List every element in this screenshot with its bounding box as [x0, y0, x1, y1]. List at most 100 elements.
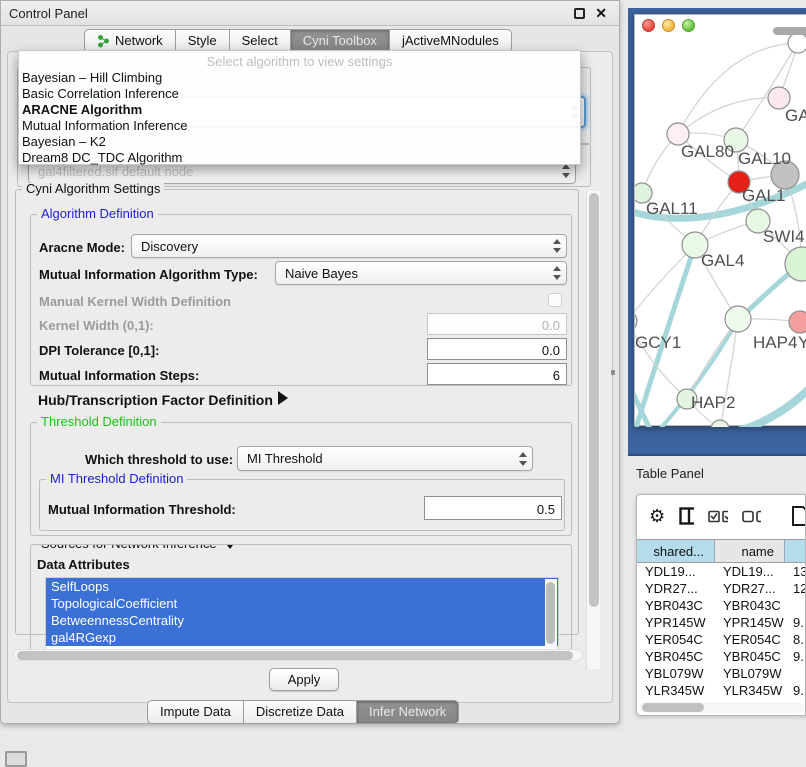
export-table-icon[interactable] — [791, 505, 805, 527]
aracne-mode-label: Aracne Mode: — [39, 240, 125, 255]
network-node[interactable] — [635, 311, 637, 331]
network-node-label: GCY1 — [635, 333, 681, 352]
mi-algorithm-type-combo[interactable]: Naive Bayes — [275, 261, 567, 285]
tab-infer-network[interactable]: Infer Network — [357, 700, 459, 724]
cyni-bottom-tab-bar: Impute DataDiscretize Data Infer Network — [147, 700, 459, 724]
close-traffic-light-icon[interactable] — [642, 19, 655, 32]
mi-type-value: Naive Bayes — [285, 266, 358, 281]
hub-definition-label[interactable]: Hub/Transcription Factor Definition — [38, 392, 273, 408]
float-window-icon[interactable] — [574, 8, 585, 19]
table-row[interactable]: YBR043CYBR043C — [637, 598, 806, 615]
collapse-arrow-icon[interactable] — [224, 544, 236, 549]
table-row[interactable]: YER054CYER054C8. — [637, 632, 806, 649]
combo-arrows-icon — [561, 164, 570, 178]
mi-threshold-label: Mutual Information Threshold: — [48, 502, 236, 517]
column-header[interactable]: A — [785, 540, 806, 562]
attribute-list-item[interactable]: gal4RGexp — [46, 629, 558, 646]
attribute-list-item[interactable]: TopologicalCoefficient — [46, 595, 558, 612]
dropdown-item[interactable]: Dream8 DC_TDC Algorithm — [19, 150, 580, 166]
table-cell: 12 — [785, 581, 806, 598]
mi-threshold-field[interactable] — [424, 496, 562, 520]
dpi-tolerance-label: DPI Tolerance [0,1]: — [39, 343, 159, 358]
select-all-checkboxes-icon[interactable] — [708, 510, 728, 523]
table-cell: 9. — [785, 615, 806, 632]
control-panel-titlebar[interactable]: Control Panel ✕ — [1, 1, 619, 26]
which-threshold-combo[interactable]: MI Threshold — [237, 446, 533, 471]
tab-discretize-data[interactable]: Discretize Data — [244, 700, 357, 724]
dropdown-item[interactable]: Bayesian – Hill Climbing — [19, 70, 580, 86]
zoom-traffic-light-icon[interactable] — [682, 19, 695, 32]
mi-steps-field[interactable] — [427, 363, 567, 385]
table-cell: YBL079W — [637, 666, 715, 683]
table-cell: YDL19... — [637, 564, 715, 581]
mi-type-label: Mutual Information Algorithm Type: — [39, 267, 258, 282]
table-cell: YLR345W — [715, 683, 785, 700]
dropdown-item[interactable]: ARACNE Algorithm — [19, 102, 580, 118]
network-node[interactable] — [789, 311, 806, 333]
table-row[interactable]: YBR045CYBR045C9. — [637, 649, 806, 666]
cyni-algorithm-settings-title: Cyni Algorithm Settings — [22, 183, 164, 196]
network-node[interactable] — [725, 306, 751, 332]
data-attributes-list[interactable]: SelfLoopsTopologicalCoefficientBetweenne… — [45, 577, 559, 654]
tab-label: Style — [188, 33, 217, 48]
settings-horizontal-scrollbar[interactable] — [13, 649, 583, 661]
algorithm-dropdown-popup: Select algorithm to view settings Bayesi… — [18, 50, 581, 165]
list-scrollbar[interactable] — [545, 579, 557, 653]
network-edge[interactable] — [635, 245, 695, 321]
network-desktop: GALGAL80GAL10GAL1GAL11SWI4GAL4GCY1HAP4YH… — [628, 8, 806, 456]
network-node-label: GAL10 — [738, 149, 791, 168]
gear-icon[interactable]: ⚙ — [649, 506, 665, 527]
manual-kernel-checkbox[interactable] — [548, 293, 562, 307]
column-header[interactable]: name — [715, 540, 785, 562]
algorithm-dropdown-placeholder: Select algorithm to view settings — [19, 51, 580, 70]
table-header-row: shared...nameA — [637, 539, 806, 563]
algorithm-definition-title: Algorithm Definition — [37, 206, 158, 221]
network-graph[interactable]: GALGAL80GAL10GAL1GAL11SWI4GAL4GCY1HAP4YH… — [635, 35, 806, 427]
scrollbar-nub[interactable] — [773, 27, 806, 35]
mi-threshold-title: MI Threshold Definition — [46, 471, 187, 486]
table-cell — [785, 598, 806, 615]
sources-groupbox: Sources for Network Inference Data Attri… — [30, 544, 572, 654]
which-threshold-label: Which threshold to use: — [85, 452, 233, 467]
split-columns-icon[interactable] — [679, 507, 694, 525]
attribute-list-item[interactable]: SelfLoops — [46, 578, 558, 595]
network-node[interactable] — [788, 35, 806, 53]
close-icon[interactable]: ✕ — [595, 5, 607, 22]
table-row[interactable]: YDL19...YDL19...13 — [637, 564, 806, 581]
column-header[interactable]: shared... — [637, 540, 715, 562]
minimize-traffic-light-icon[interactable] — [662, 19, 675, 32]
table-cell: YER054C — [637, 632, 715, 649]
dpi-tolerance-field[interactable] — [427, 338, 567, 360]
tab-label: Infer Network — [369, 704, 446, 719]
network-view-window[interactable]: GALGAL80GAL10GAL1GAL11SWI4GAL4GCY1HAP4YH… — [634, 14, 806, 426]
control-panel-title: Control Panel — [9, 6, 88, 21]
which-threshold-value: MI Threshold — [247, 451, 323, 466]
dropdown-item[interactable]: Bayesian – K2 — [19, 134, 580, 150]
combo-arrows-icon — [518, 452, 527, 466]
dropdown-item[interactable]: Basic Correlation Inference — [19, 86, 580, 102]
tab-label: Select — [242, 33, 278, 48]
expand-arrow-icon[interactable] — [278, 391, 288, 405]
attribute-list-item[interactable]: BetweennessCentrality — [46, 612, 558, 629]
network-edge[interactable] — [678, 98, 779, 134]
settings-vertical-scrollbar[interactable] — [586, 191, 600, 669]
table-cell — [785, 666, 806, 683]
panel-splitter-handle[interactable] — [611, 370, 615, 375]
aracne-mode-combo[interactable]: Discovery — [131, 234, 567, 258]
minimized-panel-icon[interactable] — [5, 751, 27, 767]
network-node[interactable] — [711, 420, 729, 427]
deselect-checkboxes-icon[interactable] — [742, 510, 762, 523]
table-cell: YER054C — [715, 632, 785, 649]
table-row[interactable]: YLR345WYLR345W9. — [637, 683, 806, 700]
table-horizontal-scrollbar[interactable] — [640, 702, 804, 713]
tab-impute-data[interactable]: Impute Data — [147, 700, 244, 724]
dropdown-item[interactable]: Mutual Information Inference — [19, 118, 580, 134]
apply-button[interactable]: Apply — [269, 668, 339, 691]
network-node-label: HAP2 — [691, 393, 735, 412]
algorithm-dropdown-items: Bayesian – Hill ClimbingBasic Correlatio… — [19, 70, 580, 166]
table-cell: YPR145W — [715, 615, 785, 632]
kernel-width-field[interactable] — [427, 313, 567, 335]
table-row[interactable]: YDR27...YDR27...12 — [637, 581, 806, 598]
table-row[interactable]: YPR145WYPR145W9. — [637, 615, 806, 632]
table-row[interactable]: YBL079WYBL079W — [637, 666, 806, 683]
